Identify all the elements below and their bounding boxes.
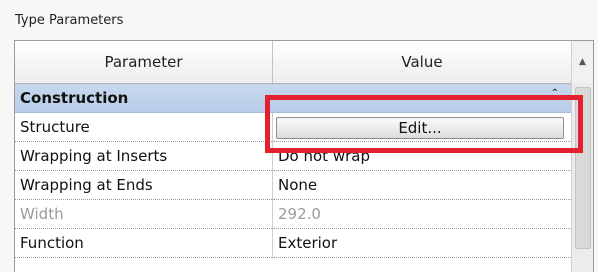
structure-edit-button[interactable]: Edit... — [276, 117, 564, 139]
param-name-cell: Wrapping at Ends — [15, 170, 273, 200]
table-row-wrapping-at-inserts[interactable]: Wrapping at Inserts Do not wrap — [15, 141, 571, 171]
group-label-text: Construction — [20, 89, 129, 107]
type-parameters-grid: Parameter Value Construction ⌃ ⌃ Structur… — [14, 40, 594, 272]
table-row-width: Width 292.0 — [15, 199, 571, 229]
table-row-function[interactable]: Function Exterior — [15, 228, 571, 258]
param-name-cell: Structure — [15, 112, 273, 142]
param-value-cell[interactable]: Do not wrap — [272, 141, 571, 171]
scroll-up-button[interactable]: ▲ — [572, 41, 593, 83]
header-row: Parameter Value — [15, 41, 571, 84]
collapse-icon[interactable]: ⌃ ⌃ — [551, 89, 559, 107]
group-label[interactable]: Construction ⌃ ⌃ — [15, 83, 571, 113]
table-row-structure[interactable]: Structure Edit... — [15, 112, 571, 142]
panel-title: Type Parameters — [15, 13, 124, 28]
param-name-cell: Wrapping at Inserts — [15, 141, 273, 171]
param-name-cell: Width — [15, 199, 273, 229]
param-name-cell: Function — [15, 228, 273, 258]
scroll-thumb[interactable] — [575, 87, 591, 249]
column-header-value[interactable]: Value — [272, 41, 571, 84]
param-value-cell[interactable]: Exterior — [272, 228, 571, 258]
triangle-up-icon: ▲ — [579, 57, 586, 67]
column-header-parameter[interactable]: Parameter — [15, 41, 273, 84]
group-row-construction[interactable]: Construction ⌃ ⌃ — [15, 83, 571, 113]
param-value-cell: Edit... — [272, 112, 571, 142]
param-value-cell[interactable]: None — [272, 170, 571, 200]
param-value-cell: 292.0 — [272, 199, 571, 229]
table-row-wrapping-at-ends[interactable]: Wrapping at Ends None — [15, 170, 571, 200]
parameters-table: Parameter Value Construction ⌃ ⌃ Structur… — [15, 41, 571, 258]
vertical-scrollbar[interactable]: ▲ — [571, 41, 593, 272]
